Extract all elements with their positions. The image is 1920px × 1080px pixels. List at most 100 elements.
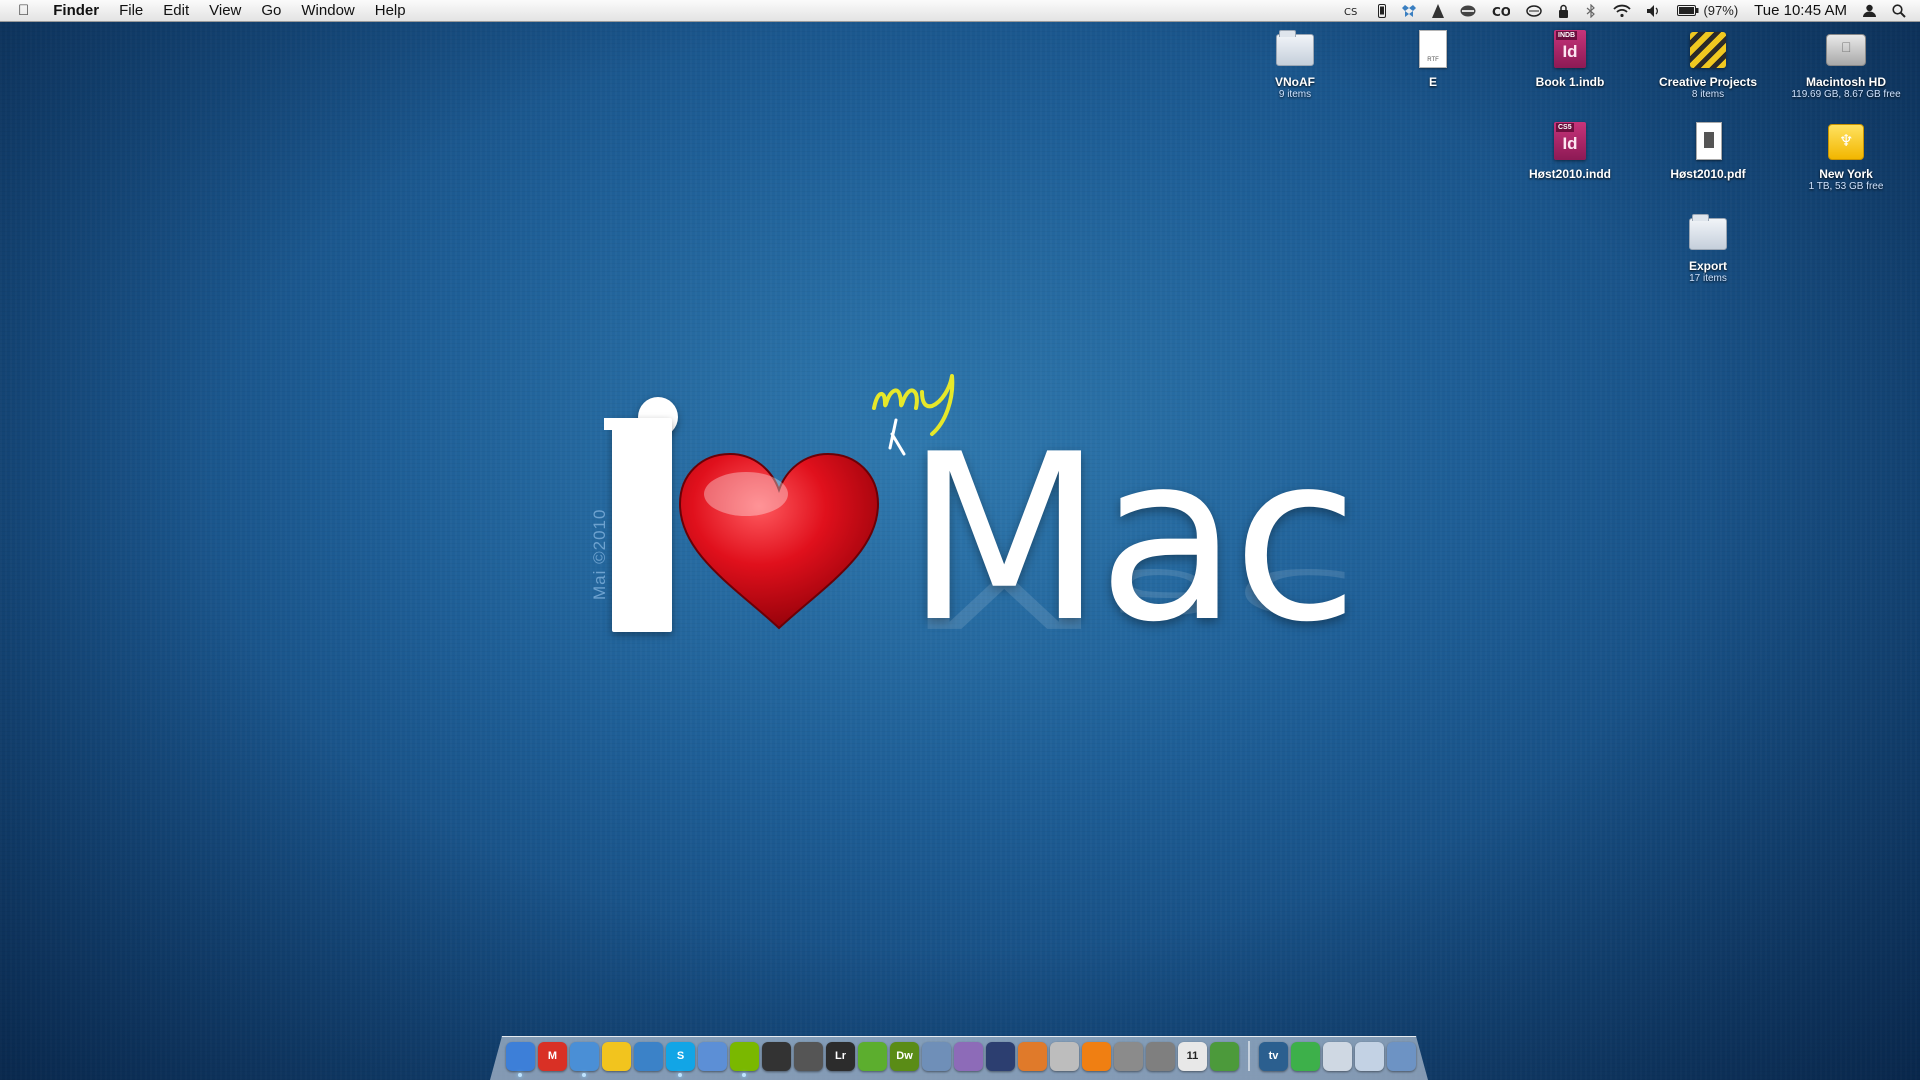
battery-percentage: (97%): [1703, 3, 1739, 18]
folder-icon: [1686, 212, 1730, 256]
apple-menu-icon[interactable]: : [0, 2, 43, 19]
cs5-tag: CS5: [1556, 123, 1574, 132]
menu-edit[interactable]: Edit: [153, 2, 199, 19]
growl-icon[interactable]: [1424, 3, 1452, 18]
iphone-icon[interactable]: [1370, 3, 1394, 18]
desktop-icon-vnoaf[interactable]: VNoAF 9 items: [1230, 28, 1360, 100]
dock-money-icon[interactable]: [1210, 1041, 1239, 1071]
creative-suite-icon[interactable]: CS: [1336, 5, 1370, 17]
dock-dreamweaver-glyph: Dw: [896, 1050, 913, 1062]
dock-spotify-icon[interactable]: [730, 1041, 759, 1077]
dock-separator[interactable]: [1248, 1041, 1250, 1071]
dock-scanner-icon[interactable]: [1050, 1041, 1079, 1071]
heart-icon: [678, 452, 880, 630]
wifi-icon[interactable]: [1605, 4, 1639, 17]
menu-go[interactable]: Go: [251, 2, 291, 19]
menu-bar:  Finder File Edit View Go Window Help C…: [0, 0, 1920, 22]
logo-i-stem: [604, 418, 672, 632]
dock-notes-icon[interactable]: [1018, 1041, 1047, 1071]
volume-icon[interactable]: [1639, 4, 1669, 17]
rtf-document-icon: RTF: [1411, 28, 1455, 72]
dropbox-icon[interactable]: [1394, 4, 1424, 17]
dock-running-indicator: [678, 1072, 682, 1077]
handwritten-my-scribble: [872, 374, 955, 456]
dock-running-indicator: [742, 1072, 746, 1077]
indesign-glyph: Id: [1562, 134, 1578, 153]
menu-app-name[interactable]: Finder: [43, 2, 109, 19]
desktop-icon-label: Creative Projects: [1658, 75, 1758, 89]
wallpaper-credit: Mai ©2010: [590, 508, 609, 600]
dock-system-preferences-icon[interactable]: [1146, 1041, 1175, 1071]
battery-icon[interactable]: (97%): [1669, 3, 1746, 18]
desktop-icon-label: New York: [1819, 167, 1873, 181]
indesign-document-icon: CS5 Id: [1548, 120, 1592, 164]
lock-icon[interactable]: [1550, 4, 1577, 18]
dock-packages-icon[interactable]: [954, 1041, 983, 1071]
menu-help[interactable]: Help: [365, 2, 416, 19]
desktop-icon-book-1-indb[interactable]: INDB Id Book 1.indb: [1505, 28, 1635, 89]
svg-text:CO: CO: [1492, 5, 1510, 17]
dock-running-indicator: [582, 1072, 586, 1077]
desktop-icon-creative-projects[interactable]: Creative Projects 8 items: [1643, 28, 1773, 100]
dock-safari-icon[interactable]: [570, 1041, 599, 1077]
dock-dreamweaver-icon[interactable]: Dw: [890, 1041, 919, 1071]
time-machine-icon[interactable]: [1518, 4, 1550, 17]
wallpaper-mac-word: Mac: [905, 406, 1359, 673]
dock-skype-icon[interactable]: S: [666, 1041, 695, 1077]
cc-icon[interactable]: CO: [1484, 5, 1518, 17]
desktop-icon-host2010-indd[interactable]: CS5 Id Høst2010.indd: [1505, 120, 1635, 181]
dock-eyetv-glyph: tv: [1268, 1050, 1279, 1062]
dock-coda-icon[interactable]: [858, 1041, 887, 1071]
dock-applications-folder-icon[interactable]: [1355, 1041, 1384, 1071]
logo-i-dot: [638, 397, 678, 437]
wallpaper-mac-reflection: Mac: [905, 550, 1353, 645]
indesign-book-icon: INDB Id: [1548, 28, 1592, 72]
dock-itunes-icon[interactable]: [698, 1041, 727, 1071]
dock-facetime-icon[interactable]: [634, 1041, 663, 1071]
desktop-icon-label: Høst2010.indd: [1528, 167, 1612, 181]
dock-xcode-icon[interactable]: [986, 1041, 1015, 1071]
menu-clock[interactable]: Tue 10:45 AM: [1746, 2, 1855, 19]
bluetooth-icon[interactable]: [1577, 3, 1605, 18]
folder-icon: [1273, 28, 1317, 72]
menu-file[interactable]: File: [109, 2, 153, 19]
dock-gmail-icon[interactable]: M: [538, 1041, 567, 1071]
menu-window[interactable]: Window: [291, 2, 364, 19]
dock-ical-glyph: 11: [1186, 1050, 1199, 1062]
desktop-icon-macintosh-hd[interactable]:  Macintosh HD 119.69 GB, 8.67 GB free: [1781, 28, 1911, 100]
dock-flickr-uploadr-icon[interactable]: [922, 1041, 951, 1071]
dock-finder-icon[interactable]: [506, 1041, 535, 1077]
striped-folder-icon: [1686, 28, 1730, 72]
dock-eyetv-icon[interactable]: tv: [1259, 1041, 1288, 1071]
menu-bar-left:  Finder File Edit View Go Window Help: [0, 0, 416, 21]
desktop-icon-host2010-pdf[interactable]: Høst2010.pdf: [1643, 120, 1773, 181]
desktop-icon-sublabel: 119.69 GB, 8.67 GB free: [1791, 89, 1901, 100]
dock-vlc-icon[interactable]: [1082, 1041, 1111, 1071]
dock-automator-icon[interactable]: [1114, 1041, 1143, 1071]
dock-documents-icon[interactable]: [1323, 1041, 1352, 1071]
svg-text:CS: CS: [1344, 7, 1357, 17]
hamburger-tray-icon[interactable]: [1452, 5, 1484, 17]
dock-adium-icon[interactable]: [602, 1041, 631, 1071]
dock-lightroom-icon[interactable]: Lr: [826, 1041, 855, 1071]
dock-lightroom-glyph: Lr: [835, 1050, 846, 1062]
spotlight-icon[interactable]: [1884, 3, 1920, 18]
dock-ical-icon[interactable]: 11: [1178, 1041, 1207, 1071]
desktop-icon-export[interactable]: Export 17 items: [1643, 212, 1773, 284]
dock-trash-icon[interactable]: [1387, 1041, 1416, 1071]
menu-view[interactable]: View: [199, 2, 251, 19]
user-icon[interactable]: [1855, 4, 1884, 17]
desktop-icon-label: E: [1428, 75, 1437, 89]
desktop-icon-label: Export: [1688, 259, 1727, 273]
dock-final-cut-icon[interactable]: [794, 1041, 823, 1071]
indesign-glyph: Id: [1562, 42, 1578, 61]
desktop-icon-sublabel: 9 items: [1278, 89, 1312, 100]
dock-aperture-icon[interactable]: [762, 1041, 791, 1071]
hard-drive-icon: : [1824, 28, 1868, 72]
dock-downloads-icon[interactable]: [1291, 1041, 1320, 1071]
dock-gmail-glyph: M: [547, 1050, 558, 1062]
desktop-icon-new-york[interactable]: ♆ New York 1 TB, 53 GB free: [1781, 120, 1911, 192]
desktop-icon-sublabel: 1 TB, 53 GB free: [1808, 181, 1884, 192]
rtf-tag: RTF: [1427, 57, 1439, 63]
desktop-icon-e[interactable]: RTF E: [1368, 28, 1498, 89]
